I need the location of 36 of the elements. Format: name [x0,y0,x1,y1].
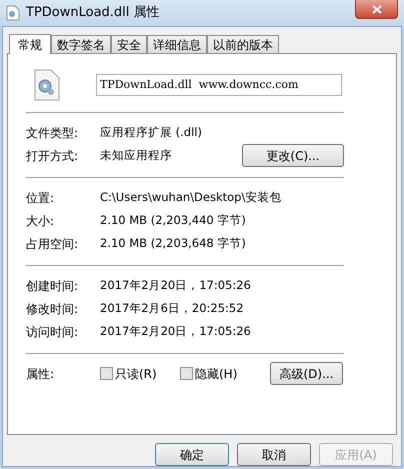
checkbox-label: 只读(R) [115,366,157,382]
advanced-button[interactable]: 高级(D)... [270,362,343,385]
field-label: 创建时间: [26,278,80,294]
dialog-button[interactable]: 取消 [237,443,311,466]
field-label: 位置: [26,190,56,206]
tab[interactable]: 详细信息 [147,35,207,53]
tab[interactable]: 以前的版本 [207,35,279,53]
file-name-field[interactable]: TPDownLoad.dll www.downcc.com [96,74,342,96]
field-value: 2.10 MB (2,203,648 字节) [100,234,246,252]
field-value: 应用程序扩展 (.dll) [100,124,203,141]
field-value: 2017年2月20日，17:05:26 [100,322,251,340]
checkbox[interactable] [100,367,113,380]
window-title: TPDownLoad.dll 属性 [26,4,161,22]
dialog-button[interactable]: 确定 [155,443,229,466]
file-icon [6,5,20,21]
tab[interactable]: 数字签名 [51,35,111,53]
field-label: 占用空间: [26,236,80,252]
tab[interactable]: 安全 [111,35,147,53]
field-label: 文件类型: [26,124,80,142]
settings-file-icon [34,69,60,101]
field-label: 属性: [26,366,56,382]
field-value: 2017年2月20日，17:05:26 [100,276,251,294]
field-value: C:\Users\wuhan\Desktop\安装包 [100,188,282,206]
field-value: 2.10 MB (2,203,440 字节) [100,212,246,229]
checkbox-label: 隐藏(H) [195,366,238,382]
close-icon [372,4,382,14]
change-button[interactable]: 更改(C)... [242,144,344,167]
tab[interactable]: 常规 [9,34,51,54]
field-value: 未知应用程序 [100,146,173,164]
field-label: 大小: [26,212,56,230]
field-label: 打开方式: [26,148,80,164]
field-label: 访问时间: [26,324,80,340]
field-value: 2017年2月6日，20:25:52 [100,300,244,317]
close-button[interactable] [355,0,398,19]
field-label: 修改时间: [26,300,80,318]
checkbox[interactable] [180,367,193,380]
